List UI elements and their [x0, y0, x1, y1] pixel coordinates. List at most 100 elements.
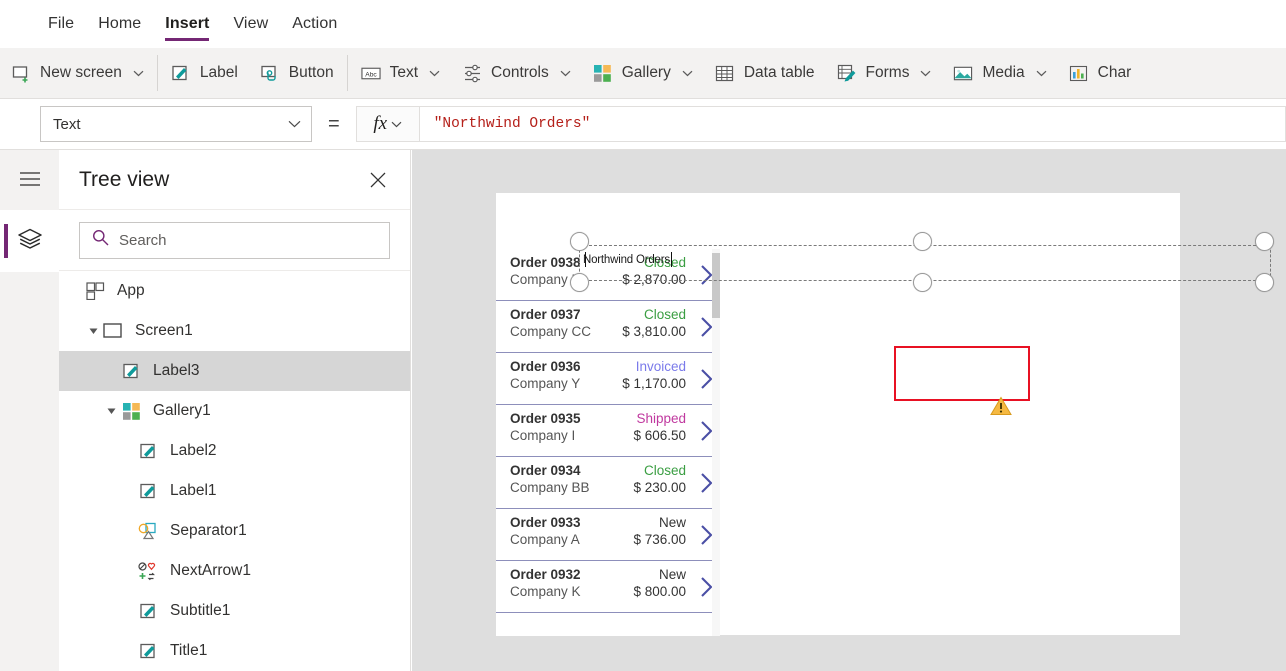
- gallery-row-amount: $ 800.00: [633, 584, 686, 599]
- gallery-row-amount: $ 606.50: [633, 428, 686, 443]
- tree-node-app[interactable]: App: [59, 271, 410, 311]
- ribbon-gallery-button[interactable]: Gallery: [582, 53, 704, 93]
- ribbon-group-controls: Abc Text Controls Gallery Data table For…: [350, 48, 1143, 99]
- tree-node-title1[interactable]: Title1: [59, 631, 410, 671]
- tree-node-nextarrow1[interactable]: NextArrow1: [59, 551, 410, 591]
- property-dropdown[interactable]: Text: [40, 106, 312, 142]
- ribbon-group-screens: New screen: [0, 48, 155, 99]
- app-screen-canvas[interactable]: Order 0938 Closed Company F $ 2,870.00 Order…: [496, 193, 1274, 636]
- formula-input[interactable]: "Northwind Orders": [419, 106, 1286, 142]
- expand-twisty-icon[interactable]: [102, 407, 120, 416]
- media-image-icon: [953, 63, 973, 83]
- label-pencil-icon: [137, 641, 159, 661]
- label-pencil-icon: [120, 361, 142, 381]
- ribbon-new-screen-button[interactable]: New screen: [0, 53, 155, 93]
- selected-label-text[interactable]: Northwind Orders: [583, 254, 670, 266]
- menu-item-label: Insert: [165, 15, 210, 32]
- tree-node-label: Label3: [153, 362, 200, 379]
- menu-item-file[interactable]: File: [36, 0, 86, 48]
- hamburger-menu-button[interactable]: [0, 150, 59, 210]
- menu-item-home[interactable]: Home: [86, 0, 153, 48]
- tree-node-separator1[interactable]: Separator1: [59, 511, 410, 551]
- search-input[interactable]: Search: [79, 221, 390, 259]
- resize-handle-bottom-center[interactable]: [913, 273, 932, 292]
- chevron-down-icon: [560, 64, 571, 82]
- menu-bar: File Home Insert View Action: [0, 0, 1286, 48]
- chevron-down-icon: [682, 64, 693, 82]
- ribbon-forms-button[interactable]: Forms: [826, 53, 943, 93]
- tree-node-label: Separator1: [170, 522, 247, 539]
- menu-item-view[interactable]: View: [221, 0, 280, 48]
- ribbon-label-button[interactable]: Label: [160, 53, 249, 93]
- tree-node-label: Label1: [170, 482, 217, 499]
- resize-handle-bottom-left[interactable]: [570, 273, 589, 292]
- gallery-row[interactable]: Order 0935 Shipped Company I $ 606.50: [496, 405, 720, 457]
- chart-bars-icon: [1069, 63, 1089, 83]
- tree-node-label: Screen1: [135, 322, 193, 339]
- gallery-row[interactable]: Order 0937 Closed Company CC $ 3,810.00: [496, 301, 720, 353]
- menu-item-label: Action: [292, 15, 338, 32]
- resize-handle-bottom-right[interactable]: [1255, 273, 1274, 292]
- tree-node-screen1[interactable]: Screen1: [59, 311, 410, 351]
- new-screen-icon: [11, 63, 31, 83]
- fx-label: fx: [373, 113, 388, 134]
- resize-handle-top-right[interactable]: [1255, 232, 1274, 251]
- ribbon-button-button[interactable]: Button: [249, 53, 345, 93]
- ribbon-label: Data table: [743, 64, 815, 81]
- chevron-down-icon: [1036, 64, 1047, 82]
- canvas-area[interactable]: Order 0938 Closed Company F $ 2,870.00 Order…: [412, 150, 1286, 671]
- ribbon-data-table-button[interactable]: Data table: [704, 53, 826, 93]
- chevron-down-icon: [920, 64, 931, 82]
- tree-node-label1[interactable]: Label1: [59, 471, 410, 511]
- gallery-row[interactable]: Order 0932 New Company K $ 800.00: [496, 561, 720, 613]
- separator-shapes-icon: [137, 521, 159, 541]
- chevron-down-icon: [288, 115, 301, 133]
- gallery-row-amount: $ 1,170.00: [622, 376, 686, 391]
- gallery-row-amount: $ 3,810.00: [622, 324, 686, 339]
- ribbon-text-button[interactable]: Abc Text: [350, 53, 451, 93]
- ribbon-charts-button[interactable]: Char: [1058, 53, 1143, 93]
- selected-label-control[interactable]: Northwind Orders: [570, 232, 1274, 292]
- gallery-row-subtitle: Company K: [510, 584, 581, 599]
- ribbon-controls-button[interactable]: Controls: [451, 53, 582, 93]
- tree-node-label3[interactable]: Label3: [59, 351, 410, 391]
- ribbon-media-button[interactable]: Media: [942, 53, 1057, 93]
- search-icon: [92, 229, 109, 251]
- tree-node-label: Title1: [170, 642, 208, 659]
- expand-twisty-icon[interactable]: [84, 327, 102, 336]
- menu-item-label: Home: [98, 15, 142, 32]
- tree-node-label: Label2: [170, 442, 217, 459]
- gallery-scrollbar[interactable]: [712, 249, 720, 636]
- label-pencil-icon: [137, 481, 159, 501]
- gallery-row[interactable]: Order 0936 Invoiced Company Y $ 1,170.00: [496, 353, 720, 405]
- tree-view-panel: Tree view Search App Screen1 Label3 Gall…: [59, 150, 411, 671]
- page-title: Tree view: [79, 167, 170, 191]
- gallery-row-title: Order 0937: [510, 307, 581, 322]
- ribbon-label: Forms: [865, 64, 910, 81]
- rail-button-tree-view[interactable]: [0, 210, 59, 272]
- power-apps-studio: File Home Insert View Action New screen …: [0, 0, 1286, 671]
- menu-item-action[interactable]: Action: [280, 0, 349, 48]
- close-button[interactable]: [364, 166, 392, 194]
- ribbon-label: Media: [982, 64, 1025, 81]
- tree-node-gallery1[interactable]: Gallery1: [59, 391, 410, 431]
- gallery-row[interactable]: Order 0934 Closed Company BB $ 230.00: [496, 457, 720, 509]
- fx-dropdown-button[interactable]: fx: [355, 106, 420, 142]
- resize-handle-top-left[interactable]: [570, 232, 589, 251]
- tree-view-header: Tree view: [59, 150, 410, 210]
- ribbon-divider: [156, 55, 158, 91]
- label-pencil-icon: [137, 601, 159, 621]
- gallery-row[interactable]: Order 0933 New Company A $ 736.00: [496, 509, 720, 561]
- menu-item-insert[interactable]: Insert: [153, 0, 221, 48]
- tree-node-subtitle1[interactable]: Subtitle1: [59, 591, 410, 631]
- gallery-row-title: Order 0934: [510, 463, 581, 478]
- gallery-row-title: Order 0936: [510, 359, 581, 374]
- tree-node-label2[interactable]: Label2: [59, 431, 410, 471]
- forms-icon: [837, 63, 857, 83]
- gallery-row-subtitle: Company Y: [510, 376, 581, 391]
- ribbon-label: Char: [1097, 64, 1132, 81]
- resize-handle-top-center[interactable]: [913, 232, 932, 251]
- ribbon-divider: [346, 55, 348, 91]
- gallery-row-amount: $ 230.00: [633, 480, 686, 495]
- gallery-control[interactable]: Order 0938 Closed Company F $ 2,870.00 Order…: [496, 249, 720, 636]
